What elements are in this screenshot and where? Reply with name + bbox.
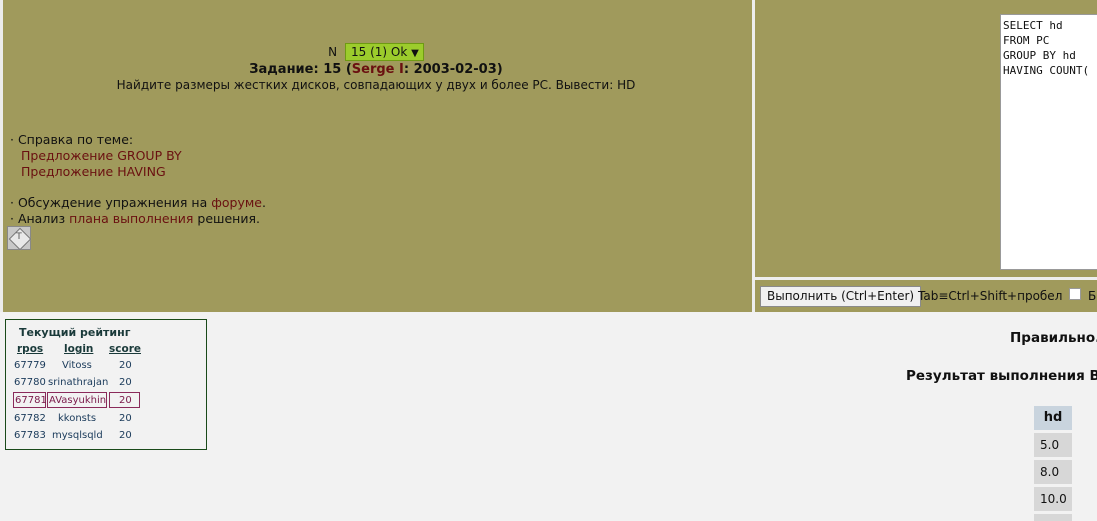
help-block: · Справка по теме: Предложение GROUP BY … <box>10 132 266 227</box>
rating-score: 20 <box>119 413 132 424</box>
task-title-prefix: Задание: 15 ( <box>249 62 352 77</box>
help-link-having[interactable]: Предложение HAVING <box>21 164 166 179</box>
task-selector-row: N 15 (1) Ok ▼ <box>0 43 752 61</box>
plan-line: · Анализ плана выполнения решения. <box>10 211 266 227</box>
rating-header-score[interactable]: score <box>109 343 141 355</box>
result-cell: 8.0 <box>1034 460 1072 484</box>
forum-link[interactable]: форуме <box>211 195 262 210</box>
rating-rpos: 67783 <box>14 430 46 441</box>
rating-score-current: 20 <box>119 395 132 406</box>
plan-link[interactable]: плана выполнения <box>69 211 193 226</box>
plan-suffix: решения. <box>193 211 260 226</box>
hint-icon-label: T <box>16 232 22 242</box>
chevron-down-icon: ▼ <box>411 48 419 59</box>
plan-prefix: · Анализ <box>10 211 70 226</box>
rating-login-current: AVasyukhin <box>49 395 107 406</box>
sql-editor[interactable]: SELECT hd FROM PC GROUP BY hd HAVING COU… <box>1000 14 1097 270</box>
help-link-group-by[interactable]: Предложение GROUP BY <box>21 148 182 163</box>
forum-suffix: . <box>262 195 266 210</box>
panel-divider-horizontal <box>755 277 1097 280</box>
rating-login: kkonsts <box>58 413 97 424</box>
tab-hint: Tab≡Ctrl+Shift+пробел <box>918 289 1063 303</box>
rating-rpos-current: 67781 <box>15 395 47 406</box>
rating-rpos: 67780 <box>14 377 46 388</box>
rating-header-login[interactable]: login <box>64 343 93 355</box>
option-checkbox[interactable] <box>1069 288 1081 300</box>
rating-title: Текущий рейтинг <box>19 326 131 339</box>
rating-score: 20 <box>119 377 132 388</box>
result-cell-partial <box>1034 514 1072 521</box>
rating-rpos: 67782 <box>14 413 46 424</box>
run-button[interactable]: Выполнить (Ctrl+Enter) <box>760 286 922 307</box>
hint-icon[interactable]: T <box>7 226 31 250</box>
rating-login: Vitoss <box>62 360 92 371</box>
rating-login: srinathrajan <box>48 377 109 388</box>
result-cell: 5.0 <box>1034 433 1072 457</box>
task-description: Найдите размеры жестких дисков, совпадаю… <box>116 78 636 92</box>
result-title: Результат выполнения Ва <box>906 368 1097 384</box>
task-title: Задание: 15 (Serge I: 2003-02-03) <box>0 62 752 77</box>
task-select-value: 15 (1) Ok <box>350 45 408 59</box>
result-column-header: hd <box>1034 406 1072 430</box>
task-select[interactable]: 15 (1) Ok ▼ <box>344 43 424 61</box>
rating-rpos: 67779 <box>14 360 46 371</box>
help-heading: · Справка по теме: <box>10 132 134 147</box>
task-author-link[interactable]: Serge I <box>352 62 404 77</box>
option-checkbox-label: Б <box>1088 289 1097 303</box>
verdict-text: Правильно. <box>1010 330 1097 346</box>
result-cell: 10.0 <box>1034 487 1072 511</box>
rating-box: Текущий рейтинг rpos login score 67779 V… <box>5 319 207 450</box>
rating-login: mysqlsqld <box>52 430 103 441</box>
rating-score: 20 <box>119 430 132 441</box>
forum-line: · Обсуждение упражнения на форуме. <box>10 195 266 211</box>
task-title-suffix: : 2003-02-03) <box>403 62 503 77</box>
forum-prefix: · Обсуждение упражнения на <box>10 195 212 210</box>
rating-score: 20 <box>119 360 132 371</box>
rating-header-rpos[interactable]: rpos <box>17 343 43 355</box>
task-number-label: N <box>328 45 338 59</box>
